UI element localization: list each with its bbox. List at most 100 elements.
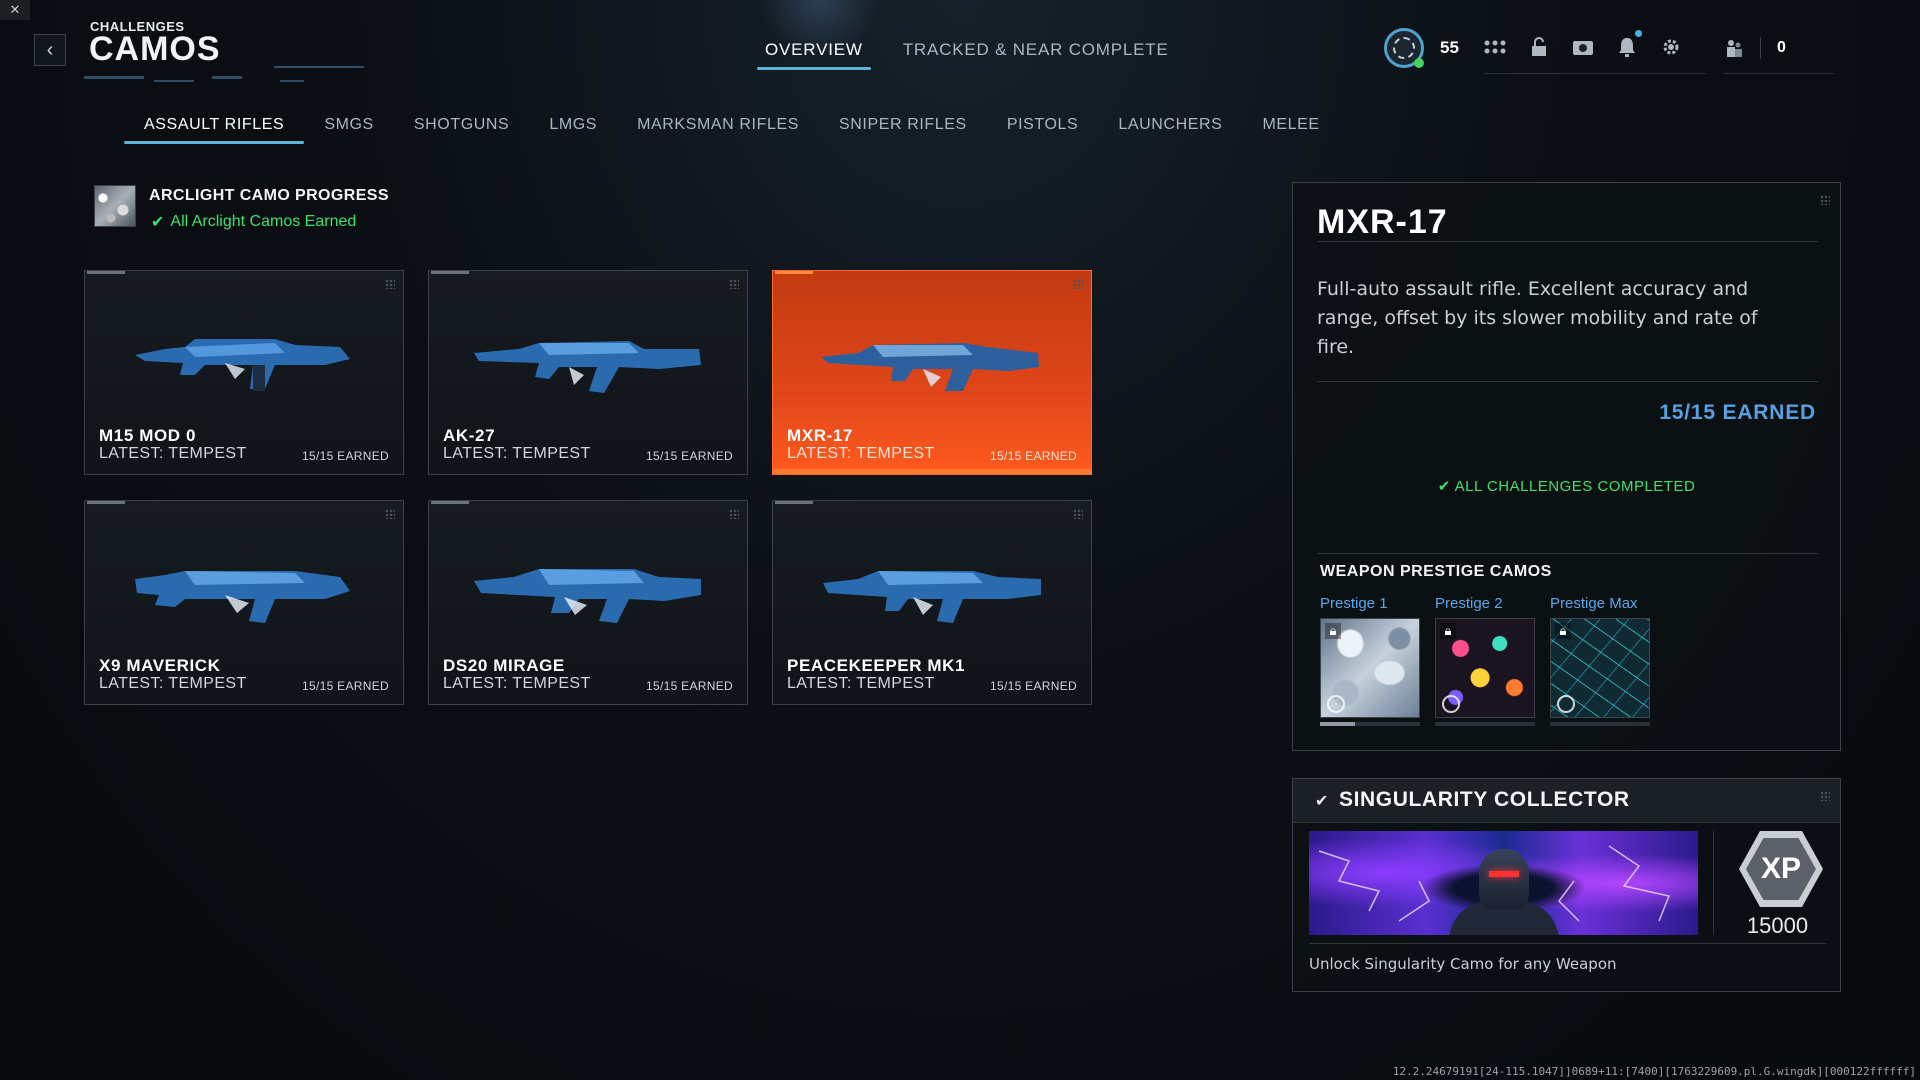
weapon-card-m15-mod-0[interactable]: M15 MOD 0 LATEST: TEMPEST 15/15 EARNED — [84, 270, 404, 475]
mute-icon[interactable]: ✕ — [0, 0, 30, 20]
player-level[interactable]: 55 — [1384, 28, 1459, 68]
weapon-card-ak-27[interactable]: AK-27 LATEST: TEMPEST 15/15 EARNED — [428, 270, 748, 475]
settings-gear-icon[interactable] — [1660, 36, 1682, 58]
grip-icon — [1820, 791, 1830, 801]
prestige-label: Prestige 2 — [1435, 595, 1503, 612]
lock-icon: 🔒︎ — [1325, 623, 1341, 639]
tab-assault-rifles[interactable]: ASSAULT RIFLES — [124, 116, 305, 144]
weapon-earned: 15/15 EARNED — [990, 679, 1077, 693]
weapon-image — [821, 343, 1039, 391]
prestige-camo-image: 🔒︎ — [1320, 618, 1420, 718]
lock-icon: 🔒︎ — [1555, 623, 1571, 639]
top-tabs: OVERVIEW TRACKED & NEAR COMPLETE — [757, 40, 1169, 70]
arclight-status: ✔ All Arclight Camos Earned — [151, 212, 356, 232]
singularity-collector-card[interactable]: ✔ SINGULARITY COLLECTOR XP 15000 Unlock … — [1292, 778, 1841, 992]
tab-launchers[interactable]: LAUNCHERS — [1098, 116, 1242, 144]
camera-icon[interactable] — [1572, 36, 1594, 58]
tab-shotguns[interactable]: SHOTGUNS — [394, 116, 529, 144]
arclight-progress-title: ARCLIGHT CAMO PROGRESS — [149, 187, 389, 204]
prestige-progress-bar — [1435, 722, 1535, 726]
prestige-camo-1[interactable]: Prestige 1 🔒︎ — [1320, 595, 1420, 726]
prestige-emblem-icon — [1557, 695, 1575, 713]
store-lock-icon[interactable] — [1528, 36, 1550, 58]
weapon-card-mxr-17[interactable]: MXR-17 LATEST: TEMPEST 15/15 EARNED — [772, 270, 1092, 475]
challenges-completed-text: ALL CHALLENGES COMPLETED — [1454, 478, 1696, 495]
level-number: 55 — [1440, 38, 1459, 57]
weapon-name: DS20 MIRAGE — [443, 656, 565, 675]
weapon-latest-camo: LATEST: TEMPEST — [787, 675, 935, 692]
build-version: 12.2.24679191[24-115.1047]]0689+11:[7400… — [1392, 1065, 1916, 1078]
prestige-camo-image: 🔒︎ — [1435, 618, 1535, 718]
weapon-name: PEACEKEEPER MK1 — [787, 656, 966, 675]
friends-button[interactable]: 0 — [1724, 36, 1834, 60]
weapon-image — [135, 339, 350, 391]
weapon-image — [135, 571, 350, 623]
back-button[interactable]: ‹ — [34, 34, 66, 66]
grip-icon — [1073, 279, 1083, 289]
prestige-progress-bar — [1550, 722, 1650, 726]
weapon-card-peacekeeper-mk1[interactable]: PEACEKEEPER MK1 LATEST: TEMPEST 15/15 EA… — [772, 500, 1092, 705]
icons-divider — [1484, 73, 1706, 74]
singularity-banner-image — [1309, 831, 1698, 935]
friends-icon — [1727, 40, 1742, 57]
prestige-label: Prestige 1 — [1320, 595, 1388, 612]
weapon-earned: 15/15 EARNED — [302, 449, 389, 463]
weapon-image — [474, 569, 701, 623]
singularity-description: Unlock Singularity Camo for any Weapon — [1309, 955, 1617, 973]
weapon-card-ds20-mirage[interactable]: DS20 MIRAGE LATEST: TEMPEST 15/15 EARNED — [428, 500, 748, 705]
prestige-progress-bar — [1320, 722, 1420, 726]
tab-smgs[interactable]: SMGS — [304, 116, 394, 144]
weapon-name: MXR-17 — [787, 426, 853, 445]
weapon-latest-camo: LATEST: TEMPEST — [443, 445, 591, 462]
tab-marksman-rifles[interactable]: MARKSMAN RIFLES — [617, 116, 819, 144]
grid-menu-icon[interactable] — [1484, 36, 1506, 58]
prestige-camo-image: 🔒︎ — [1550, 618, 1650, 718]
detail-description: Full-auto assault rifle. Excellent accur… — [1317, 278, 1758, 358]
category-tabs: ASSAULT RIFLES SMGS SHOTGUNS LMGS MARKSM… — [124, 116, 1340, 144]
notifications-icon[interactable] — [1616, 30, 1642, 58]
weapon-latest-camo: LATEST: TEMPEST — [99, 445, 247, 462]
online-status-dot — [1414, 58, 1424, 68]
weapon-latest-camo: LATEST: TEMPEST — [443, 675, 591, 692]
singularity-title: SINGULARITY COLLECTOR — [1339, 788, 1630, 811]
grip-icon — [385, 509, 395, 519]
weapon-image — [823, 571, 1041, 623]
detail-earned: 15/15 EARNED — [1659, 401, 1816, 424]
prestige-emblem-icon — [1327, 695, 1345, 713]
challenges-completed-status: ✔ ALL CHALLENGES COMPLETED — [1293, 477, 1840, 495]
title-decoration — [84, 66, 364, 82]
arclight-status-text: All Arclight Camos Earned — [170, 213, 357, 230]
weapon-card-x9-maverick[interactable]: X9 MAVERICK LATEST: TEMPEST 15/15 EARNED — [84, 500, 404, 705]
prestige-label: Prestige Max — [1550, 595, 1638, 612]
weapon-earned: 15/15 EARNED — [646, 449, 733, 463]
tab-sniper-rifles[interactable]: SNIPER RIFLES — [819, 116, 987, 144]
friends-divider — [1724, 73, 1834, 74]
prestige-camo-max[interactable]: Prestige Max 🔒︎ — [1550, 595, 1650, 726]
weapon-earned: 15/15 EARNED — [302, 679, 389, 693]
weapon-earned: 15/15 EARNED — [646, 679, 733, 693]
tab-tracked-near-complete[interactable]: TRACKED & NEAR COMPLETE — [903, 40, 1169, 68]
weapon-detail-panel: MXR-17 Full-auto assault rifle. Excellen… — [1292, 182, 1841, 751]
weapon-name: M15 MOD 0 — [99, 426, 197, 445]
arclight-camo-thumbnail — [94, 185, 136, 227]
xp-label: XP — [1746, 838, 1816, 900]
checkmark-icon: ✔ — [151, 214, 165, 231]
weapon-name: AK-27 — [443, 426, 496, 445]
tab-lmgs[interactable]: LMGS — [529, 116, 617, 144]
detail-weapon-title: MXR-17 — [1317, 203, 1448, 241]
weapon-latest-camo: LATEST: TEMPEST — [787, 445, 935, 462]
grip-icon — [729, 509, 739, 519]
checkmark-icon: ✔ — [1315, 793, 1329, 810]
lock-icon: 🔒︎ — [1440, 623, 1456, 639]
xp-reward-value: 15000 — [1746, 913, 1809, 938]
grip-icon — [729, 279, 739, 289]
weapon-latest-camo: LATEST: TEMPEST — [99, 675, 247, 692]
top-icons — [1484, 30, 1682, 58]
tab-overview[interactable]: OVERVIEW — [757, 40, 871, 70]
friends-count: 0 — [1777, 39, 1786, 56]
tab-melee[interactable]: MELEE — [1242, 116, 1339, 144]
prestige-camo-2[interactable]: Prestige 2 🔒︎ — [1435, 595, 1535, 726]
grip-icon — [385, 279, 395, 289]
level-badge-icon[interactable] — [1384, 28, 1424, 68]
tab-pistols[interactable]: PISTOLS — [987, 116, 1099, 144]
